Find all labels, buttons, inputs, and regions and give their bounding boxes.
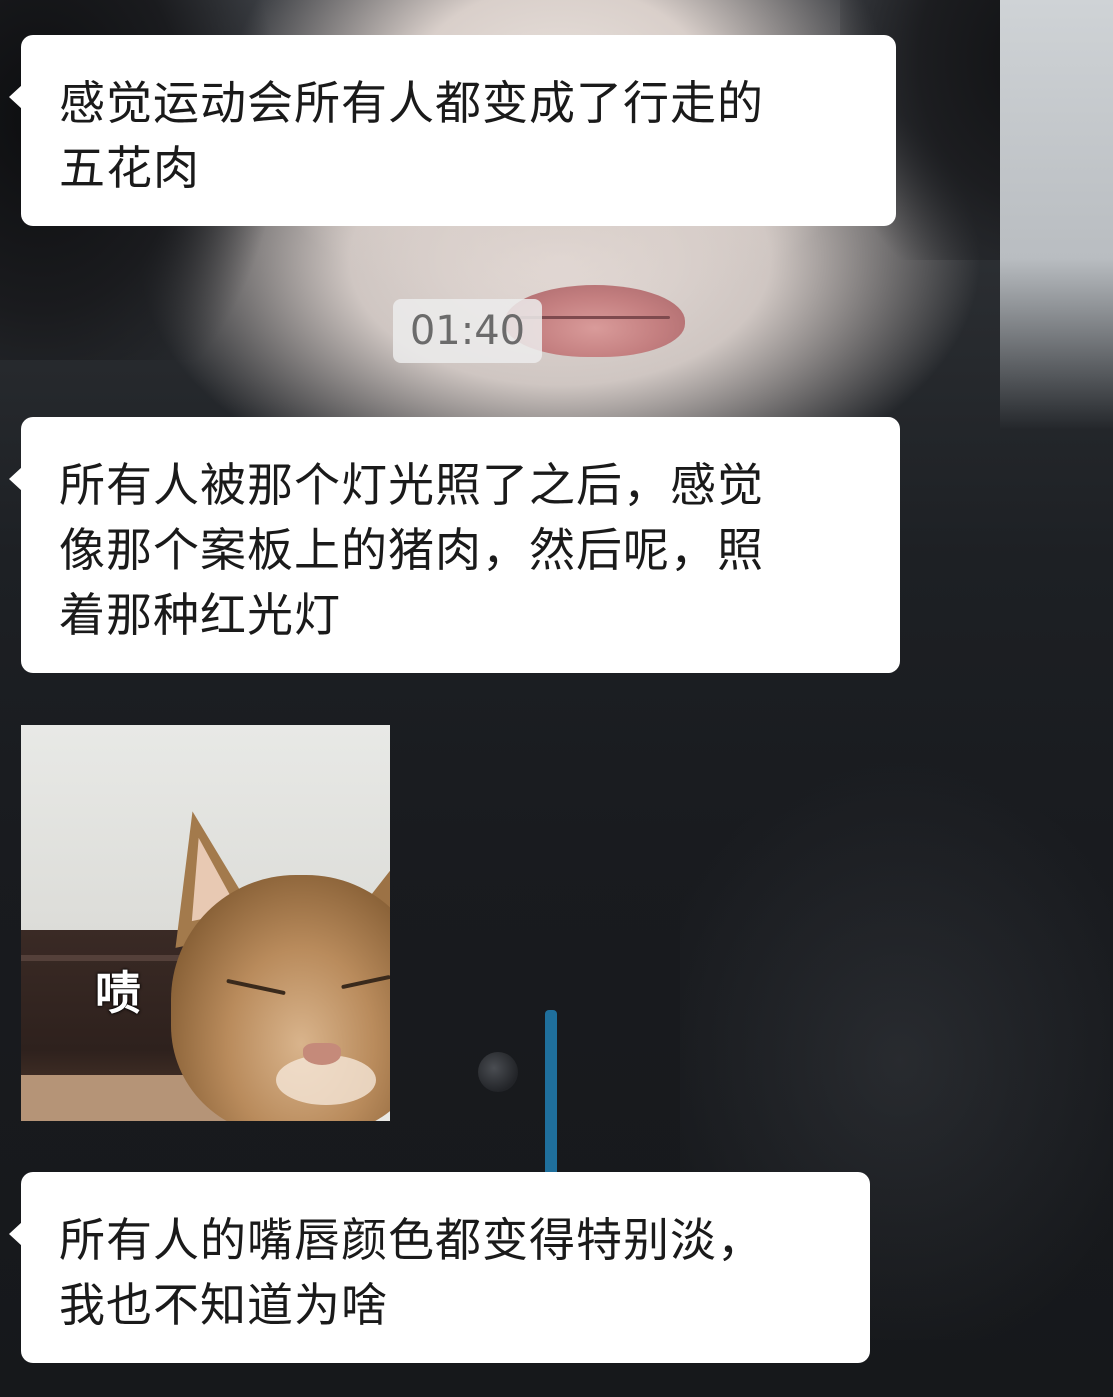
bubble-tail	[9, 85, 22, 109]
sticker-message[interactable]: 啧	[21, 725, 390, 1121]
wallpaper-button	[478, 1052, 518, 1092]
message-bubble-incoming[interactable]: 所有人被那个灯光照了之后，感觉 像那个案板上的猪肉，然后呢，照 着那种红光灯	[9, 417, 900, 673]
message-bubble-incoming[interactable]: 所有人的嘴唇颜色都变得特别淡， 我也不知道为啥	[9, 1172, 870, 1363]
cat-nose	[303, 1043, 341, 1065]
message-text: 所有人的嘴唇颜色都变得特别淡， 我也不知道为啥	[59, 1213, 764, 1332]
bubble-tail	[9, 467, 22, 491]
message-bubble-incoming[interactable]: 感觉运动会所有人都变成了行走的 五花肉	[9, 35, 896, 226]
timestamp-label: 01:40	[393, 299, 542, 363]
wallpaper-background-wall	[1000, 0, 1113, 430]
message-text: 所有人被那个灯光照了之后，感觉 像那个案板上的猪肉，然后呢，照 着那种红光灯	[59, 458, 764, 642]
sticker-caption: 啧	[95, 966, 141, 1020]
bubble-tail	[9, 1222, 22, 1246]
message-text: 感觉运动会所有人都变成了行走的 五花肉	[59, 76, 764, 195]
wallpaper-zipper	[545, 1010, 557, 1190]
wallpaper-lip-line	[520, 316, 670, 319]
